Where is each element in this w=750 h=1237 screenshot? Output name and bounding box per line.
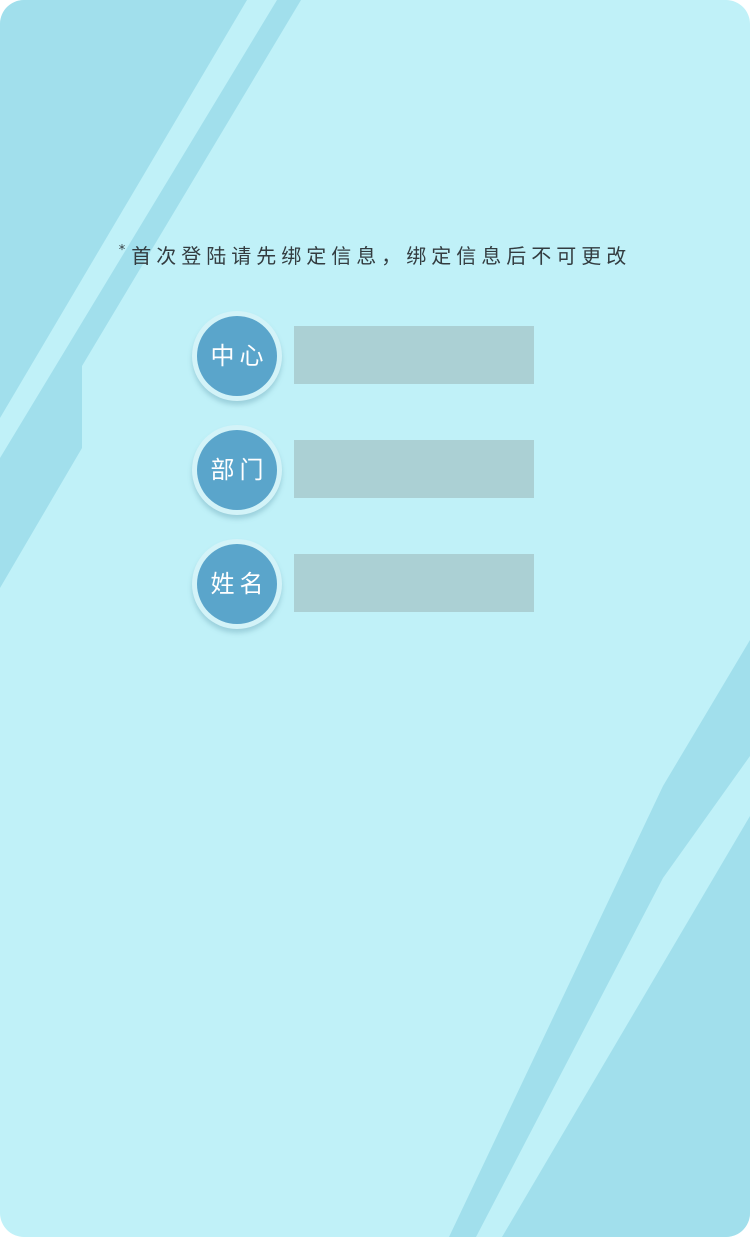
bind-notice: * 首次登陆请先绑定信息，绑定信息后不可更改 xyxy=(0,240,750,269)
department-label: 部门 xyxy=(197,430,277,510)
name-input[interactable] xyxy=(294,554,534,612)
center-input[interactable] xyxy=(294,326,534,384)
required-star: * xyxy=(118,243,126,258)
name-badge: 姓名 xyxy=(192,539,282,629)
department-badge: 部门 xyxy=(192,425,282,515)
center-field-row: 中心 xyxy=(192,311,552,401)
center-label: 中心 xyxy=(197,316,277,396)
department-field-row: 部门 xyxy=(192,425,552,515)
notice-text: 首次登陆请先绑定信息，绑定信息后不可更改 xyxy=(131,244,632,268)
department-input[interactable] xyxy=(294,440,534,498)
name-label: 姓名 xyxy=(197,544,277,624)
bind-info-page: * 首次登陆请先绑定信息，绑定信息后不可更改 中心 部门 姓名 xyxy=(0,0,750,1237)
center-badge: 中心 xyxy=(192,311,282,401)
name-field-row: 姓名 xyxy=(192,539,552,629)
